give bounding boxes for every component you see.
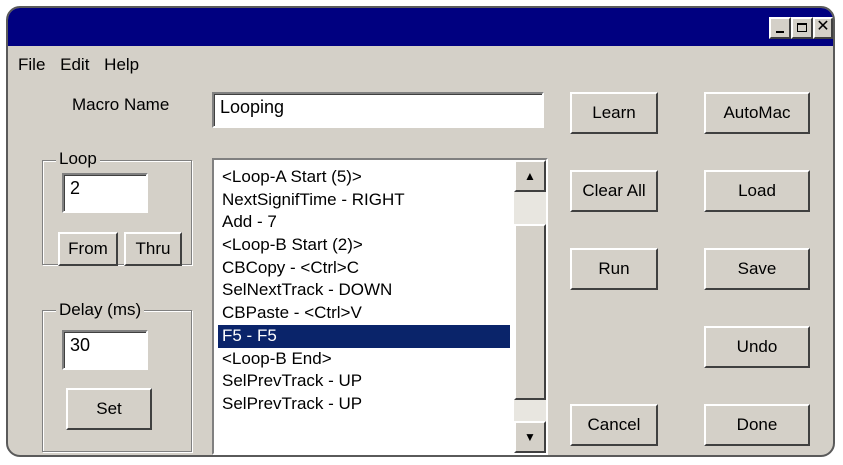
from-button[interactable]: From <box>58 232 118 266</box>
loop-count-input[interactable]: 2 <box>62 173 148 213</box>
delay-group-title: Delay (ms) <box>56 300 145 320</box>
list-item[interactable]: <Loop-A Start (5)> <box>218 166 510 189</box>
loop-group-title: Loop <box>56 149 100 169</box>
delay-input[interactable]: 30 <box>62 330 148 370</box>
menu-bar: File Edit Help <box>18 55 149 75</box>
minimize-button[interactable] <box>769 17 791 39</box>
run-button[interactable]: Run <box>570 248 658 290</box>
cancel-button[interactable]: Cancel <box>570 404 658 446</box>
menu-file[interactable]: File <box>18 55 45 74</box>
list-item[interactable]: CBCopy - <Ctrl>C <box>218 257 510 280</box>
learn-button[interactable]: Learn <box>570 92 658 134</box>
undo-button[interactable]: Undo <box>704 326 810 368</box>
maximize-icon <box>797 23 807 32</box>
list-item[interactable]: F5 - F5 <box>218 324 510 348</box>
scroll-down-button[interactable]: ▼ <box>514 421 546 453</box>
up-arrow-icon: ▲ <box>524 169 536 183</box>
macro-name-input[interactable]: Looping <box>212 92 544 128</box>
list-item[interactable]: <Loop-B Start (2)> <box>218 234 510 257</box>
list-item[interactable]: SelPrevTrack - UP <box>218 393 510 416</box>
close-icon: ✕ <box>816 18 830 35</box>
set-button[interactable]: Set <box>66 388 152 430</box>
clear-all-button[interactable]: Clear All <box>570 170 658 212</box>
list-item[interactable]: NextSignifTime - RIGHT <box>218 189 510 212</box>
thru-button[interactable]: Thru <box>124 232 182 266</box>
list-item[interactable]: SelPrevTrack - UP <box>218 370 510 393</box>
list-scrollbar[interactable]: ▲ ▼ <box>514 160 546 453</box>
title-bar[interactable]: ✕ <box>8 8 833 46</box>
macro-steps-list[interactable]: <Loop-A Start (5)> NextSignifTime - RIGHT… <box>212 158 548 455</box>
list-item[interactable]: Add - 7 <box>218 211 510 234</box>
list-item[interactable]: SelNextTrack - DOWN <box>218 279 510 302</box>
close-button[interactable]: ✕ <box>813 17 833 39</box>
macro-window: ✕ File Edit Help Macro Name Looping Loop… <box>6 6 835 457</box>
minimize-icon <box>776 31 784 33</box>
scroll-up-button[interactable]: ▲ <box>514 160 546 192</box>
list-item[interactable]: CBPaste - <Ctrl>V <box>218 302 510 325</box>
automac-button[interactable]: AutoMac <box>704 92 810 134</box>
save-button[interactable]: Save <box>704 248 810 290</box>
menu-edit[interactable]: Edit <box>60 55 89 74</box>
menu-help[interactable]: Help <box>104 55 139 74</box>
macro-name-label: Macro Name <box>72 95 170 114</box>
down-arrow-icon: ▼ <box>524 430 536 444</box>
done-button[interactable]: Done <box>704 404 810 446</box>
scroll-thumb[interactable] <box>514 224 546 400</box>
list-item[interactable]: <Loop-B End> <box>218 348 510 371</box>
load-button[interactable]: Load <box>704 170 810 212</box>
macro-steps-items: <Loop-A Start (5)> NextSignifTime - RIGHT… <box>218 166 510 416</box>
maximize-button[interactable] <box>791 17 813 39</box>
